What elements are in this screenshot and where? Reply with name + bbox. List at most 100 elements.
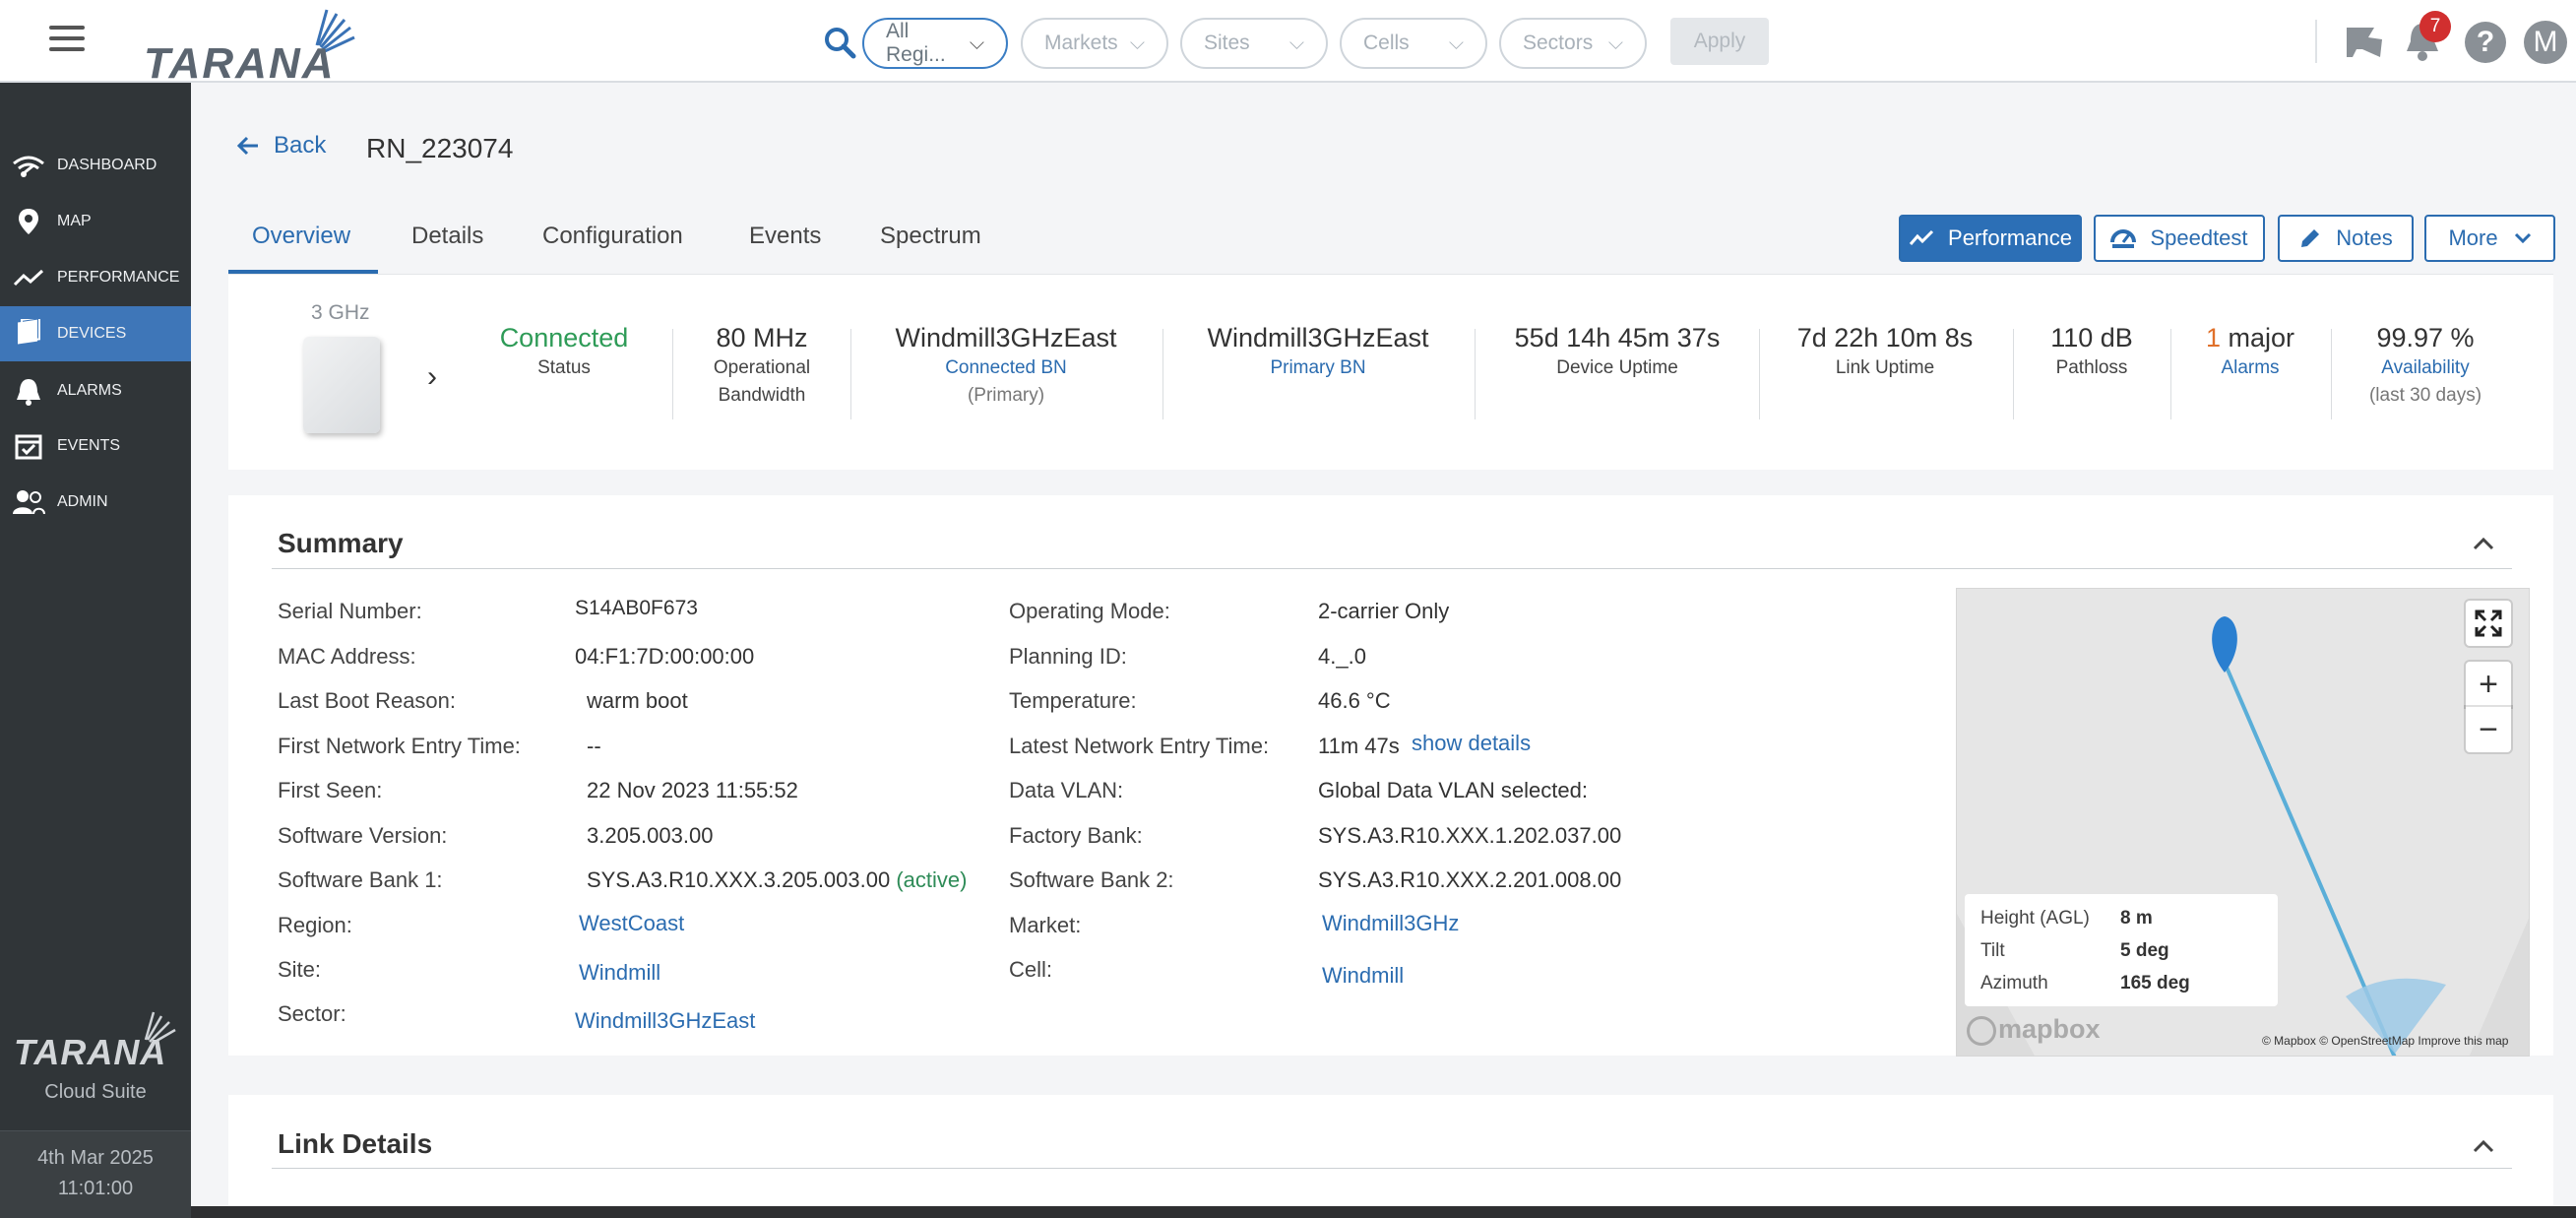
last-boot-reason-value: warm boot <box>587 688 688 713</box>
tab-details[interactable]: Details <box>411 223 483 250</box>
site-label: Site: <box>278 957 322 982</box>
operating-mode-label: Operating Mode: <box>1009 599 1170 623</box>
sidebar-tarana-logo: TARANA <box>14 1010 181 1079</box>
software-bank2-value: SYS.A3.R10.XXX.2.201.008.00 <box>1318 867 1622 892</box>
search-icon[interactable] <box>822 25 857 60</box>
fullscreen-icon[interactable] <box>2466 601 2511 646</box>
speedtest-button[interactable]: Speedtest <box>2094 215 2265 262</box>
height-label: Height (AGL) <box>1980 908 2090 929</box>
first-seen-value: 22 Nov 2023 11:55:52 <box>587 778 798 802</box>
active-tab-indicator <box>228 270 378 274</box>
chevron-up-icon[interactable] <box>2473 530 2494 557</box>
cells-filter[interactable]: Cells ⌵ <box>1340 18 1487 69</box>
temperature-label: Temperature: <box>1009 688 1137 713</box>
planning-id-label: Planning ID: <box>1009 644 1127 669</box>
mapbox-logo[interactable]: mapbox <box>1967 1014 2101 1046</box>
sector-link[interactable]: Windmill3GHzEast <box>575 1008 755 1034</box>
zoom-out-button[interactable]: − <box>2466 707 2511 752</box>
site-link[interactable]: Windmill <box>579 960 660 986</box>
map-info-popup: Height (AGL) 8 m Tilt 5 deg Azimuth 165 … <box>1965 894 2278 1006</box>
status-primary-bn: Windmill3GHzEast Primary BN <box>1207 323 1429 378</box>
software-bank1-value: SYS.A3.R10.XXX.3.205.003.00 (active) <box>587 867 968 892</box>
sidebar-item-alarms[interactable]: ALARMS <box>0 363 191 418</box>
market-label: Market: <box>1009 913 1082 937</box>
trend-line-icon <box>1909 229 1934 245</box>
data-vlan-value: Global Data VLAN selected: <box>1318 778 1588 802</box>
tab-overview[interactable]: Overview <box>252 223 350 250</box>
zoom-in-button[interactable]: + <box>2466 662 2511 707</box>
frequency-label: 3 GHz <box>311 301 370 324</box>
pencil-icon <box>2301 229 2320 247</box>
device-stack-icon <box>0 319 57 349</box>
region-link[interactable]: WestCoast <box>579 911 684 936</box>
sidebar-item-devices[interactable]: DEVICES <box>0 306 191 361</box>
chevron-down-icon: ⌵ <box>1288 32 1304 54</box>
tab-events[interactable]: Events <box>749 223 821 250</box>
user-avatar[interactable]: M <box>2524 21 2567 64</box>
users-icon <box>0 488 57 516</box>
status-pathloss: 110 dB Pathloss <box>2050 323 2133 378</box>
page-title: RN_223074 <box>366 133 514 163</box>
show-details-link[interactable]: show details <box>1412 731 1531 756</box>
sidebar-item-admin[interactable]: ADMIN <box>0 475 191 530</box>
cloud-suite-label: Cloud Suite <box>44 1081 147 1103</box>
active-tag: (active) <box>896 867 968 892</box>
latest-network-entry-label: Latest Network Entry Time: <box>1009 734 1270 758</box>
sidebar-item-map[interactable]: MAP <box>0 194 191 249</box>
chevron-down-icon: ⌵ <box>1607 32 1623 54</box>
hamburger-menu-icon[interactable] <box>49 26 85 53</box>
software-version-label: Software Version: <box>278 823 448 848</box>
sidebar-item-performance[interactable]: PERFORMANCE <box>0 250 191 305</box>
current-datetime: 4th Mar 2025 11:01:00 <box>0 1130 191 1218</box>
chevron-down-icon: ⌵ <box>1129 32 1145 54</box>
height-value: 8 m <box>2120 908 2153 929</box>
calendar-check-icon <box>0 431 57 461</box>
regions-filter[interactable]: All Regi... ⌵ <box>862 18 1008 69</box>
more-button[interactable]: More <box>2424 215 2555 262</box>
sector-label: Sector: <box>278 1001 346 1026</box>
azimuth-label: Azimuth <box>1980 973 2048 994</box>
factory-bank-value: SYS.A3.R10.XXX.1.202.037.00 <box>1318 823 1622 848</box>
chevron-up-icon[interactable] <box>2473 1132 2494 1160</box>
chevron-down-icon: ⌵ <box>969 32 984 54</box>
status-device-uptime: 55d 14h 45m 37s Device Uptime <box>1514 323 1721 378</box>
serial-number-label: Serial Number: <box>278 599 422 623</box>
sidebar-item-dashboard[interactable]: DASHBOARD <box>0 138 191 193</box>
bottom-scrollbar[interactable] <box>191 1206 2576 1218</box>
wifi-signal-icon <box>0 152 57 179</box>
back-button[interactable]: Back <box>236 132 326 160</box>
planning-id-value: 4._.0 <box>1318 644 1366 669</box>
market-link[interactable]: Windmill3GHz <box>1322 911 1459 936</box>
chevron-down-icon <box>2514 232 2531 244</box>
device-location-map[interactable]: + − Height (AGL) 8 m Tilt 5 deg Azimuth … <box>1956 588 2530 1057</box>
current-date: 4th Mar 2025 <box>37 1147 154 1169</box>
status-connected-bn: Windmill3GHzEast Connected BN (Primary) <box>895 323 1117 406</box>
header-divider <box>2315 20 2317 63</box>
tab-configuration[interactable]: Configuration <box>542 223 683 250</box>
announcement-flag-icon[interactable] <box>2343 22 2386 61</box>
apply-button[interactable]: Apply <box>1670 18 1769 65</box>
stat-divider <box>1475 329 1476 419</box>
first-network-entry-label: First Network Entry Time: <box>278 734 521 758</box>
performance-button[interactable]: Performance <box>1899 215 2082 262</box>
notes-button[interactable]: Notes <box>2278 215 2414 262</box>
first-seen-label: First Seen: <box>278 778 383 802</box>
region-label: Region: <box>278 913 352 937</box>
sites-filter[interactable]: Sites ⌵ <box>1180 18 1328 69</box>
tilt-label: Tilt <box>1980 940 2005 961</box>
markets-filter[interactable]: Markets ⌵ <box>1021 18 1168 69</box>
cell-link[interactable]: Windmill <box>1322 963 1404 989</box>
sectors-filter[interactable]: Sectors ⌵ <box>1499 18 1647 69</box>
chevron-right-icon[interactable]: › <box>427 360 437 394</box>
operating-mode-value: 2-carrier Only <box>1318 599 1450 623</box>
tab-spectrum[interactable]: Spectrum <box>880 223 981 250</box>
sidebar-item-events[interactable]: EVENTS <box>0 418 191 474</box>
status-connection: Connected Status <box>499 323 629 378</box>
map-attribution[interactable]: © Mapbox © OpenStreetMap Improve this ma… <box>2262 1034 2508 1048</box>
device-image <box>303 337 380 433</box>
current-time: 11:01:00 <box>57 1178 134 1199</box>
chevron-down-icon: ⌵ <box>1448 32 1464 54</box>
status-availability: 99.97 % Availability (last 30 days) <box>2368 323 2482 406</box>
azimuth-value: 165 deg <box>2120 973 2190 994</box>
help-icon[interactable]: ? <box>2465 22 2506 63</box>
